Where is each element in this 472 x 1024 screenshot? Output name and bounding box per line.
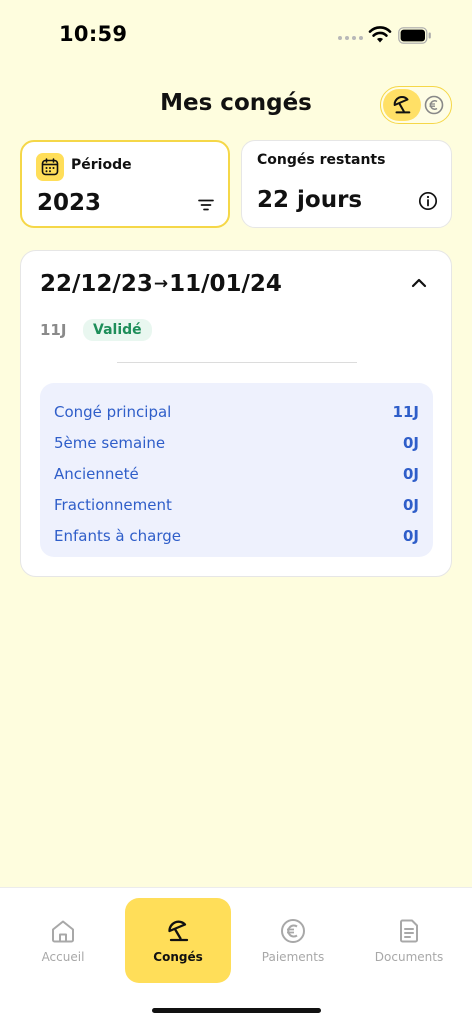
calendar-icon (36, 153, 64, 181)
status-bar: 10:59 (0, 0, 472, 60)
euro-icon[interactable] (424, 95, 444, 115)
breakdown-row: Enfants à charge 0J (54, 521, 419, 552)
chevron-up-icon[interactable] (410, 277, 428, 289)
breakdown-value: 0J (402, 527, 419, 546)
breakdown-row: 5ème semaine 0J (54, 427, 419, 458)
euro-icon (281, 919, 305, 943)
leave-date-range: 22/12/23 → 11/01/24 (40, 271, 282, 297)
home-indicator[interactable] (152, 1008, 321, 1013)
breakdown-value: 0J (402, 496, 419, 515)
beach-umbrella-icon (393, 95, 411, 114)
leave-end-date: 11/01/24 (169, 271, 282, 297)
breakdown-value: 0J (402, 464, 419, 483)
breakdown-value: 0J (402, 433, 419, 452)
nav-label-accueil: Accueil (41, 950, 85, 964)
conges-restants-card: Congés restants 22 jours (241, 140, 452, 228)
breakdown-row: Ancienneté 0J (54, 458, 419, 489)
breakdown-row: Fractionnement 0J (54, 490, 419, 521)
arrow-right-icon: → (153, 274, 169, 294)
nav-label-conges: Congés (153, 950, 203, 964)
nav-item-conges[interactable]: Congés (125, 898, 231, 983)
breakdown-label: Enfants à charge (54, 527, 181, 546)
nav-label-paiements: Paiements (261, 950, 325, 964)
leave-duration: 11J (40, 321, 67, 339)
beach-umbrella-icon (168, 920, 189, 942)
leave-breakdown: Congé principal 11J 5ème semaine 0J Anci… (40, 383, 433, 557)
status-time: 10:59 (59, 22, 128, 46)
toggle-knob[interactable] (383, 89, 421, 121)
nav-label-documents: Documents (374, 950, 444, 964)
breakdown-label: Congé principal (54, 402, 172, 421)
breakdown-value: 11J (392, 402, 419, 421)
periode-label: Période (71, 157, 132, 173)
nav-item-paiements[interactable]: Paiements (240, 898, 346, 983)
status-badge: Validé (83, 319, 152, 341)
divider (117, 362, 357, 363)
wifi-icon (368, 26, 392, 43)
cellular-signal-icon (338, 36, 363, 40)
conges-restants-label: Congés restants (257, 152, 386, 168)
periode-selector[interactable]: Période 2023 (20, 140, 230, 228)
breakdown-label: 5ème semaine (54, 433, 166, 452)
leave-start-date: 22/12/23 (40, 271, 153, 297)
leave-detail-card[interactable]: 22/12/23 → 11/01/24 11J Validé Congé pri… (20, 250, 452, 577)
filter-icon[interactable] (198, 199, 214, 211)
home-icon (52, 920, 74, 943)
battery-icon (398, 27, 431, 44)
bottom-nav: Accueil Congés Paiements Documents (0, 887, 472, 1024)
conges-paiements-toggle[interactable] (380, 86, 452, 124)
periode-value: 2023 (37, 190, 102, 216)
breakdown-label: Fractionnement (54, 496, 172, 515)
conges-restants-value: 22 jours (257, 187, 363, 213)
breakdown-row: Congé principal 11J (54, 396, 419, 427)
nav-item-documents[interactable]: Documents (356, 898, 462, 983)
info-icon[interactable] (418, 191, 438, 211)
document-icon (400, 919, 418, 943)
nav-item-accueil[interactable]: Accueil (10, 898, 116, 983)
breakdown-label: Ancienneté (54, 464, 139, 483)
